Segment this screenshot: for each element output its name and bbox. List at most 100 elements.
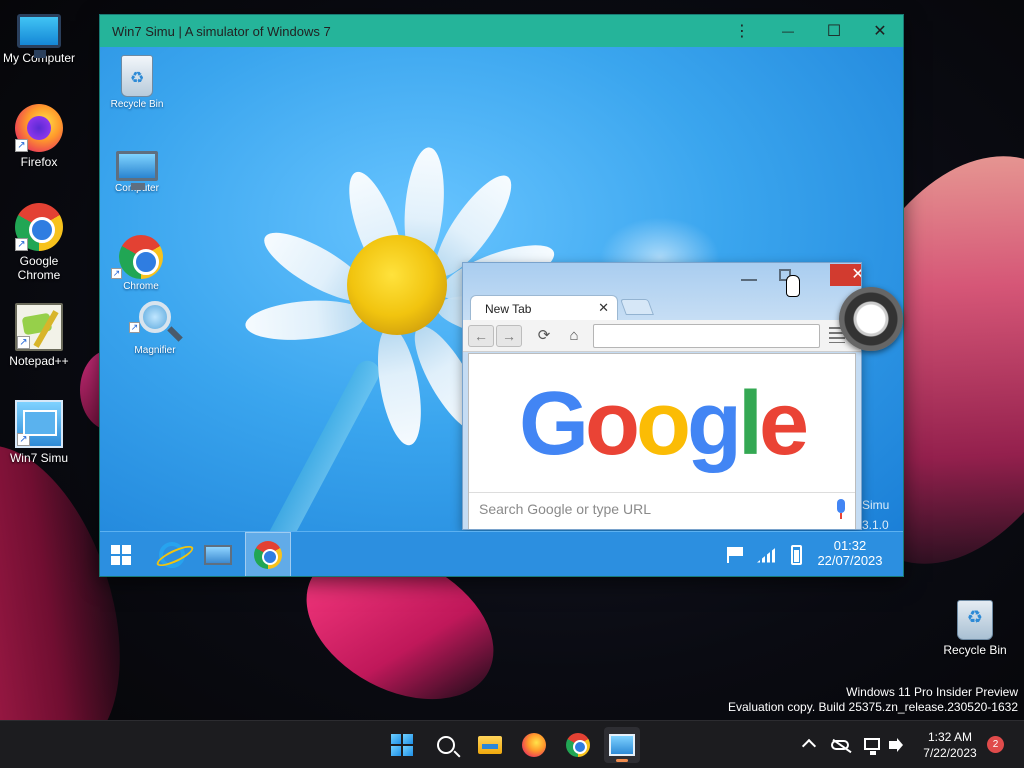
- chrome-close-button[interactable]: ✕: [830, 264, 861, 286]
- desktop-icon-label: Recycle Bin: [943, 643, 1007, 657]
- taskbar-win7-simu[interactable]: [604, 727, 640, 763]
- shortcut-arrow-icon: ↗: [111, 268, 122, 279]
- sim-tray-flag[interactable]: [724, 532, 748, 576]
- windows-logo-icon: [391, 734, 413, 756]
- google-search-box[interactable]: Search Google or type URL: [469, 492, 855, 524]
- magnifier-icon: ↗: [129, 301, 171, 333]
- taskbar: 1:32 AM 7/22/2023 2: [0, 720, 1024, 768]
- home-button[interactable]: ⌂: [563, 325, 585, 347]
- google-logo-letter: g: [686, 374, 742, 474]
- windows-logo-icon: [111, 544, 131, 565]
- sim-taskbar-ie[interactable]: [150, 532, 194, 576]
- sim-tray-signal[interactable]: [755, 532, 779, 576]
- taskbar-firefox[interactable]: [516, 727, 552, 763]
- microphone-icon[interactable]: [837, 499, 845, 519]
- back-button[interactable]: ←: [468, 325, 494, 347]
- signal-strength-icon: [757, 546, 777, 563]
- firefox-icon: ↗: [15, 104, 63, 152]
- sim-desktop-icon-recycle-bin[interactable]: Recycle Bin: [100, 55, 174, 110]
- notepad-icon: ↗: [15, 303, 63, 351]
- sim-window-title: Win7 Simu | A simulator of Windows 7: [112, 23, 331, 39]
- tray-onedrive[interactable]: [831, 735, 851, 755]
- start-button[interactable]: [384, 727, 420, 763]
- computer-icon: [116, 151, 158, 190]
- search-button[interactable]: [428, 727, 464, 763]
- show-hidden-icons-button[interactable]: [799, 735, 819, 755]
- tray-volume[interactable]: [886, 735, 906, 755]
- desktop-icon-label: Notepad++: [9, 354, 69, 368]
- tab-title: New Tab: [485, 302, 532, 316]
- search-icon: [437, 736, 455, 754]
- chrome-window[interactable]: ✕ New Tab ✕ ← → ⟳ ⌂ Google S: [462, 262, 862, 530]
- volume-icon: [889, 738, 903, 752]
- sim-desktop-icon-computer[interactable]: Computer: [100, 145, 174, 194]
- battery-icon: [790, 544, 802, 565]
- close-button[interactable]: ✕: [857, 15, 903, 47]
- win7-simu-window[interactable]: Win7 Simu | A simulator of Windows 7 ⋮ —…: [100, 15, 903, 576]
- desktop-icon-label: Magnifier: [134, 345, 176, 356]
- touch-pointer-indicator: [839, 287, 903, 351]
- sim-clock-time: 01:32: [833, 538, 867, 553]
- desktop-icon-notepad-plus-plus[interactable]: ↗ Notepad++: [0, 303, 78, 368]
- notification-badge[interactable]: 2: [987, 736, 1004, 753]
- action-center-flag-icon: [727, 546, 745, 563]
- omnibox-input[interactable]: [593, 324, 820, 348]
- sim-taskbar-chrome[interactable]: [245, 532, 291, 576]
- firefox-icon: [522, 733, 546, 757]
- sim-start-button[interactable]: [100, 532, 142, 576]
- desktop-icon-win7-simu[interactable]: ↗ Win7 Simu: [0, 400, 78, 465]
- computer-icon: [204, 544, 232, 565]
- tab-close-icon[interactable]: ✕: [598, 300, 609, 316]
- chrome-toolbar: ← → ⟳ ⌂: [463, 320, 861, 352]
- desktop-icon-label: Chrome: [123, 281, 159, 292]
- chrome-titlebar[interactable]: ✕ New Tab ✕: [463, 263, 861, 321]
- sim-clock-date: 22/07/2023: [817, 553, 883, 568]
- wallpaper-flower-center: [347, 235, 447, 335]
- clock-date: 7/22/2023: [923, 746, 977, 760]
- recycle-bin-icon: [957, 600, 993, 640]
- google-logo-letter: l: [737, 374, 763, 474]
- desktop-icon-label: Recycle Bin: [110, 99, 164, 110]
- reload-button[interactable]: ⟳: [533, 325, 555, 347]
- sim-desktop-icon-magnifier[interactable]: ↗ Magnifier: [118, 301, 192, 356]
- sim-desktop[interactable]: Recycle Bin Computer ↗ Chrome ↗ Magnifie…: [100, 47, 903, 545]
- wallpaper-petal: [243, 296, 367, 345]
- desktop-icon-recycle-bin[interactable]: Recycle Bin: [936, 596, 1014, 657]
- recycle-bin-icon: [121, 55, 153, 97]
- tab-new-tab[interactable]: New Tab ✕: [470, 295, 618, 321]
- desktop-icon-firefox[interactable]: ↗ Firefox: [0, 104, 78, 169]
- maximize-button[interactable]: ☐: [811, 15, 857, 47]
- clock-time: 1:32 AM: [927, 730, 973, 744]
- minimize-button[interactable]: —: [765, 15, 811, 47]
- hand-cursor-icon: [786, 275, 800, 297]
- google-logo-letter: o: [584, 374, 640, 474]
- shortcut-arrow-icon: ↗: [17, 336, 30, 349]
- watermark-edition: Windows 11 Pro Insider Preview: [846, 685, 1018, 699]
- chrome-icon: [566, 733, 590, 757]
- more-options-icon[interactable]: ⋮: [719, 15, 765, 47]
- chrome-minimize-button[interactable]: [741, 271, 757, 281]
- wallpaper-stem: [240, 356, 384, 545]
- sim-taskbar: 01:32 22/07/2023: [100, 531, 903, 576]
- sim-titlebar[interactable]: Win7 Simu | A simulator of Windows 7 ⋮ —…: [100, 15, 903, 47]
- sim-clock[interactable]: 01:32 22/07/2023: [810, 538, 890, 568]
- taskbar-chrome[interactable]: [560, 727, 596, 763]
- sim-taskbar-computer[interactable]: [196, 532, 240, 576]
- chrome-icon: [254, 540, 282, 569]
- new-tab-page: Google Search Google or type URL: [468, 353, 856, 529]
- google-logo-letter: e: [758, 374, 809, 474]
- tray-network[interactable]: [862, 735, 882, 755]
- new-tab-button[interactable]: [620, 299, 654, 315]
- sim-desktop-icon-chrome[interactable]: ↗ Chrome: [104, 235, 178, 292]
- sim-tray-battery[interactable]: [786, 532, 806, 576]
- desktop-icon-google-chrome[interactable]: ↗ Google Chrome: [0, 203, 78, 282]
- computer-icon: [17, 14, 61, 58]
- win7simu-icon: [609, 734, 635, 756]
- google-logo-letter: G: [518, 374, 589, 474]
- desktop-icon-my-computer[interactable]: My Computer: [0, 8, 78, 65]
- desktop-icon-label: Google Chrome: [17, 254, 61, 282]
- taskbar-file-explorer[interactable]: [472, 727, 508, 763]
- internet-explorer-icon: [159, 541, 185, 568]
- taskbar-clock[interactable]: 1:32 AM 7/22/2023: [910, 729, 990, 761]
- forward-button[interactable]: →: [496, 325, 522, 347]
